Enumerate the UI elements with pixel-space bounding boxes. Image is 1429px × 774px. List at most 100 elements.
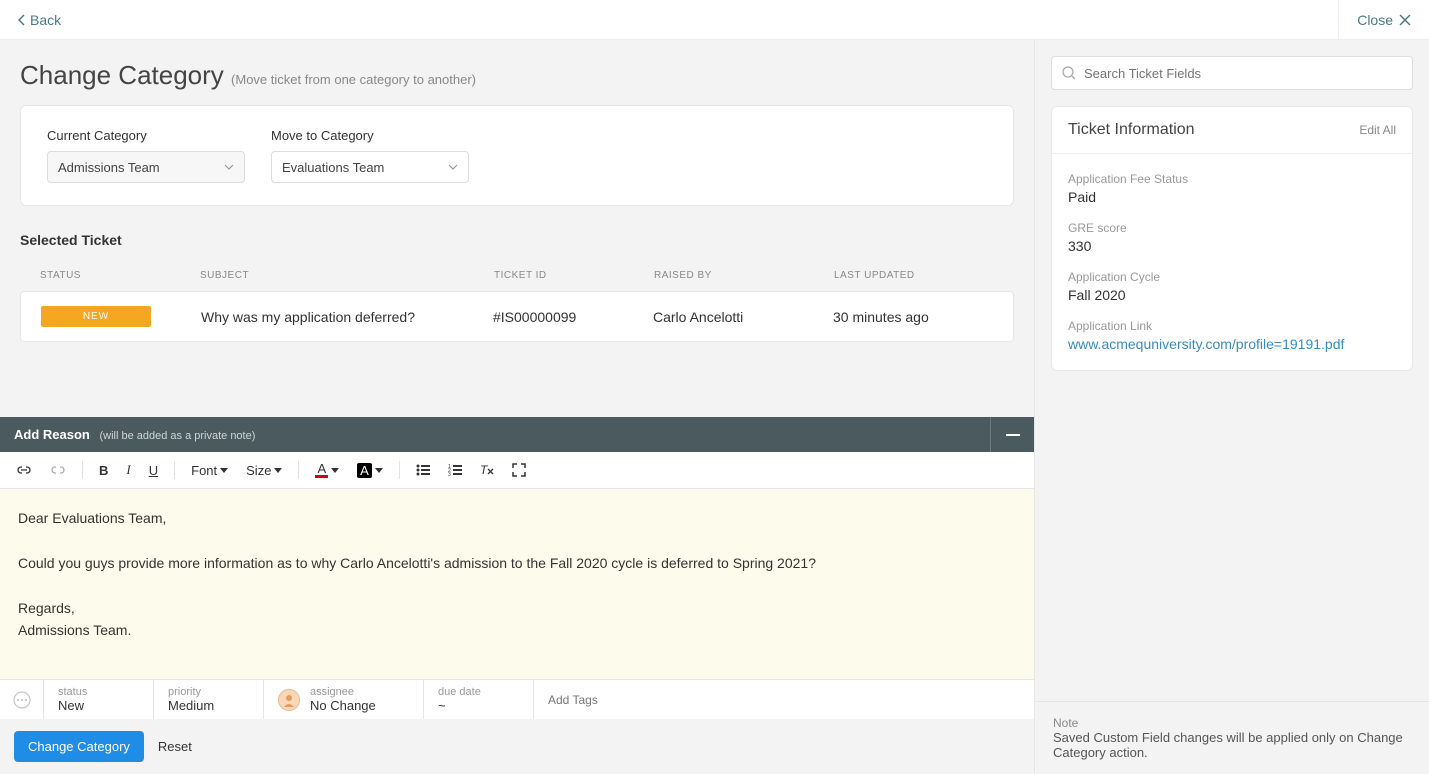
right-sidebar: Ticket Information Edit All Application … — [1034, 40, 1429, 774]
meta-status[interactable]: status New — [44, 680, 154, 719]
svg-text:T: T — [480, 463, 489, 477]
meta-tags-placeholder: Add Tags — [548, 693, 598, 707]
toolbar-separator — [298, 461, 299, 479]
meta-assignee-value: No Change — [310, 698, 376, 713]
meta-due-date[interactable]: due date ~ — [424, 680, 534, 719]
page-subtitle: (Move ticket from one category to anothe… — [231, 72, 476, 87]
font-dropdown[interactable]: Font — [189, 461, 230, 480]
move-category-label: Move to Category — [271, 128, 469, 143]
editor-textarea[interactable]: Dear Evaluations Team, Could you guys pr… — [0, 489, 1034, 679]
editor-header: Add Reason (will be added as a private n… — [0, 417, 1034, 452]
ticket-subject: Why was my application deferred? — [201, 309, 493, 325]
info-label: Application Fee Status — [1068, 172, 1396, 186]
ticket-info-heading: Ticket Information — [1068, 121, 1195, 139]
close-button[interactable]: Close — [1338, 0, 1411, 39]
meta-priority-label: priority — [168, 686, 249, 698]
svg-text:3: 3 — [448, 472, 451, 476]
ticket-raised-by: Carlo Ancelotti — [653, 309, 833, 325]
number-list-icon: 123 — [448, 464, 462, 476]
bullet-list-icon — [416, 464, 430, 476]
info-label: GRE score — [1068, 221, 1396, 235]
search-icon — [1062, 66, 1076, 80]
ticket-table-header: STATUS SUBJECT TICKET ID RAISED BY LAST … — [20, 260, 1014, 291]
link-icon — [16, 465, 32, 475]
font-label: Font — [191, 463, 217, 478]
current-category-dropdown[interactable]: Admissions Team — [47, 151, 245, 183]
col-ticket-id: TICKET ID — [494, 270, 654, 281]
selected-ticket-heading: Selected Ticket — [20, 232, 1014, 248]
ticket-info-card: Ticket Information Edit All Application … — [1051, 106, 1413, 371]
current-category-label: Current Category — [47, 128, 245, 143]
status-badge: NEW — [41, 306, 151, 327]
info-item: Application Fee Status Paid — [1068, 164, 1396, 213]
toolbar-separator — [82, 461, 83, 479]
meta-assignee[interactable]: assignee No Change — [264, 680, 424, 719]
info-value: Fall 2020 — [1068, 287, 1396, 303]
close-label: Close — [1357, 12, 1393, 28]
col-subject: SUBJECT — [200, 270, 494, 281]
info-label: Application Cycle — [1068, 270, 1396, 284]
caret-down-icon — [331, 468, 339, 473]
meta-priority-value: Medium — [168, 698, 249, 713]
top-bar: Back Close — [0, 0, 1429, 40]
info-value-link[interactable]: www.acmequniversity.com/profile=19191.pd… — [1068, 336, 1396, 352]
chevron-down-icon — [448, 164, 458, 170]
meta-more-button[interactable] — [0, 680, 44, 719]
meta-status-value: New — [58, 698, 139, 713]
move-category-dropdown[interactable]: Evaluations Team — [271, 151, 469, 183]
page-title: Change Category (Move ticket from one ca… — [20, 60, 1014, 91]
ticket-last-updated: 30 minutes ago — [833, 309, 993, 325]
fullscreen-button[interactable] — [510, 461, 528, 479]
minimize-icon — [1006, 434, 1020, 436]
meta-due-label: due date — [438, 686, 519, 698]
caret-down-icon — [375, 468, 383, 473]
clear-format-button[interactable]: T — [478, 461, 496, 479]
editor-title: Add Reason — [14, 427, 90, 442]
close-icon — [1399, 14, 1411, 26]
action-row: Change Category Reset — [0, 719, 1034, 774]
col-status: STATUS — [40, 270, 200, 281]
size-label: Size — [246, 463, 271, 478]
editor-toolbar: B I U Font Size A A — [0, 452, 1034, 489]
toolbar-separator — [399, 461, 400, 479]
info-item: Application Cycle Fall 2020 — [1068, 262, 1396, 311]
col-raised-by: RAISED BY — [654, 270, 834, 281]
bg-color-icon: A — [357, 463, 372, 478]
meta-assignee-label: assignee — [310, 686, 376, 698]
page-title-text: Change Category — [20, 60, 224, 90]
change-category-button[interactable]: Change Category — [14, 731, 144, 762]
unlink-icon — [50, 465, 66, 475]
ticket-row[interactable]: NEW Why was my application deferred? #IS… — [20, 291, 1014, 342]
text-color-button[interactable]: A — [313, 460, 341, 480]
bg-color-button[interactable]: A — [355, 461, 385, 480]
back-label: Back — [30, 12, 61, 28]
meta-tags-input[interactable]: Add Tags — [534, 680, 1034, 719]
size-dropdown[interactable]: Size — [244, 461, 284, 480]
caret-down-icon — [220, 468, 228, 473]
toolbar-separator — [174, 461, 175, 479]
underline-button[interactable]: U — [147, 461, 160, 480]
edit-all-link[interactable]: Edit All — [1359, 123, 1396, 137]
note-text: Saved Custom Field changes will be appli… — [1053, 730, 1411, 760]
meta-status-label: status — [58, 686, 139, 698]
col-last-updated: LAST UPDATED — [834, 270, 994, 281]
minimize-button[interactable] — [990, 417, 1034, 452]
meta-priority[interactable]: priority Medium — [154, 680, 264, 719]
number-list-button[interactable]: 123 — [446, 462, 464, 478]
fullscreen-icon — [512, 463, 526, 477]
info-value: 330 — [1068, 238, 1396, 254]
meta-row: status New priority Medium assignee No C… — [0, 679, 1034, 719]
ticket-info-body: Application Fee Status Paid GRE score 33… — [1052, 154, 1412, 370]
main-left: Change Category (Move ticket from one ca… — [0, 40, 1034, 774]
back-button[interactable]: Back — [18, 12, 61, 28]
search-input[interactable] — [1084, 66, 1402, 81]
bullet-list-button[interactable] — [414, 462, 432, 478]
italic-button[interactable]: I — [124, 460, 132, 480]
bold-button[interactable]: B — [97, 461, 110, 480]
info-value: Paid — [1068, 189, 1396, 205]
unlink-button[interactable] — [48, 463, 68, 477]
note-label: Note — [1053, 716, 1411, 730]
reset-button[interactable]: Reset — [158, 739, 192, 754]
link-button[interactable] — [14, 463, 34, 477]
search-field-wrap[interactable] — [1051, 56, 1413, 90]
